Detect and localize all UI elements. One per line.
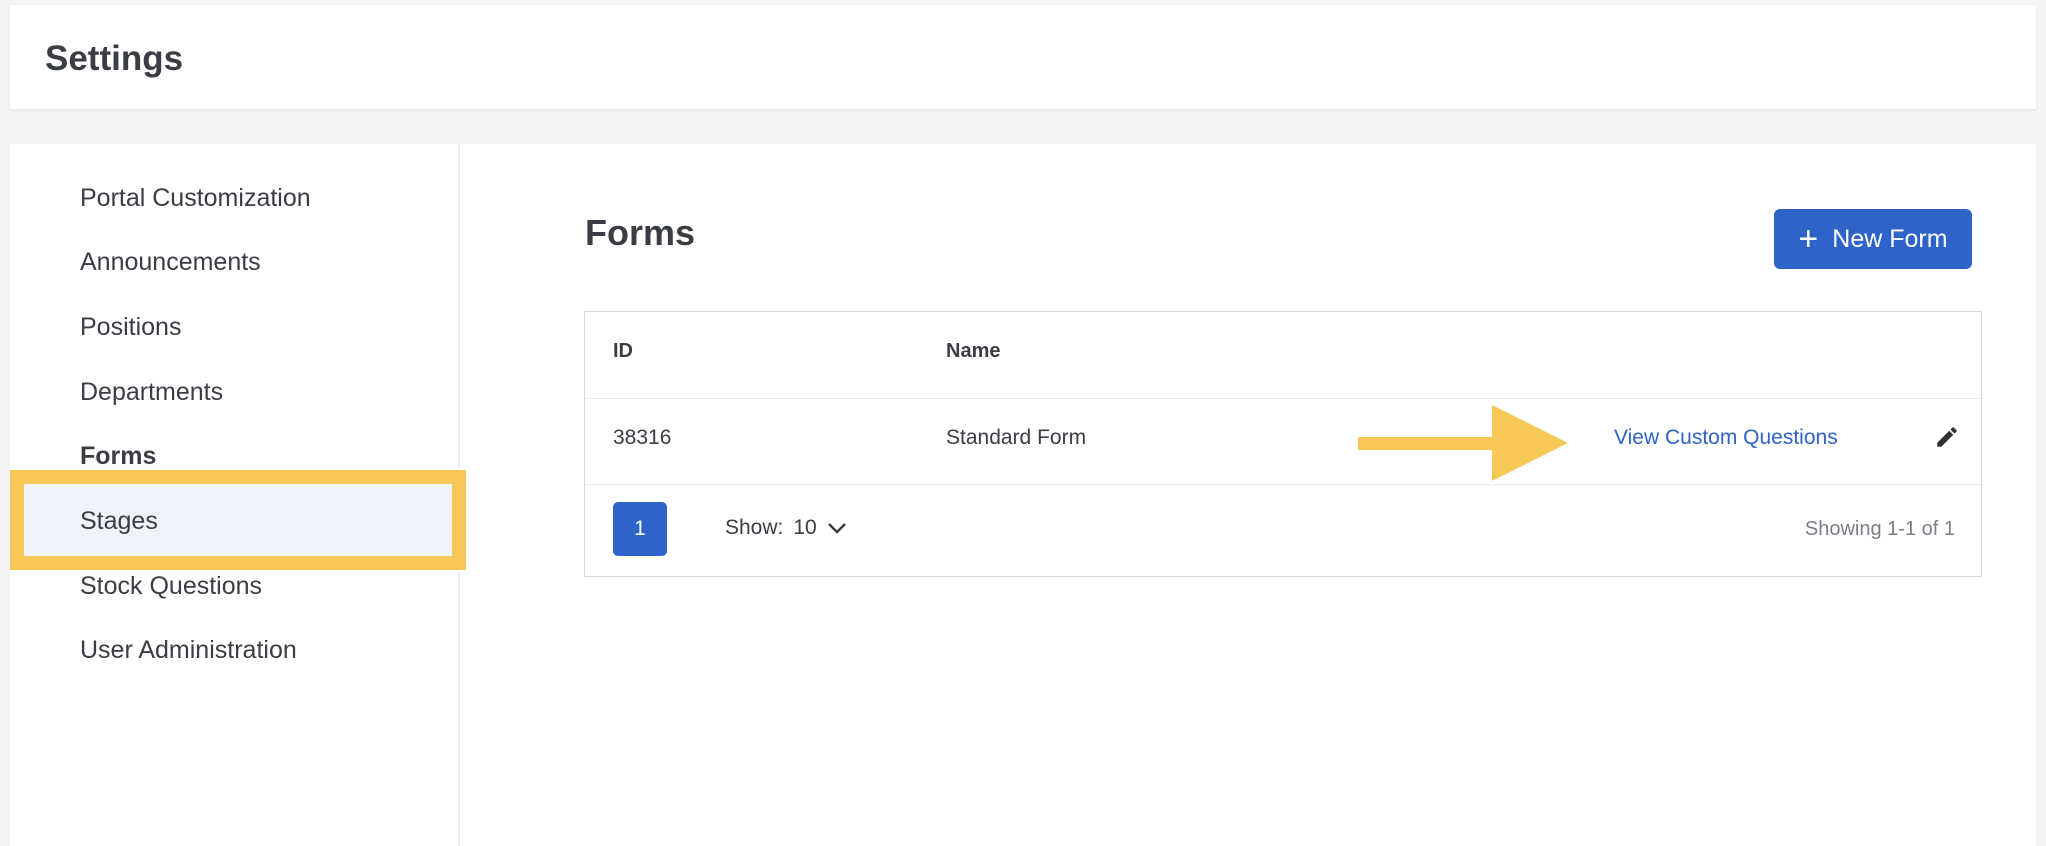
- page-title: Settings: [45, 39, 184, 78]
- page-size-value: 10: [793, 516, 817, 539]
- sidebar-item-forms[interactable]: Forms: [80, 436, 156, 476]
- forms-table: ID Name 38316 Standard Form View Custom …: [584, 311, 1982, 577]
- settings-panel: Portal Customization Announcements Posit…: [10, 144, 2036, 846]
- sidebar-item-stock-questions[interactable]: Stock Questions: [80, 566, 262, 606]
- new-form-button[interactable]: + New Form: [1774, 209, 1972, 269]
- column-header-name: Name: [946, 340, 1001, 362]
- forms-section: Forms + New Form ID Name 38316 Standard …: [462, 144, 2036, 846]
- page-size-control: Show: 10: [725, 516, 847, 540]
- sidebar-item-announcements[interactable]: Announcements: [80, 242, 261, 282]
- settings-sidebar: Portal Customization Announcements Posit…: [10, 144, 466, 846]
- section-title: Forms: [585, 212, 696, 253]
- column-header-id: ID: [613, 340, 633, 362]
- sidebar-item-stages[interactable]: Stages: [80, 501, 158, 541]
- row-id: 38316: [613, 426, 672, 449]
- plus-icon: +: [1798, 220, 1819, 258]
- pagination-summary: Showing 1-1 of 1: [1804, 518, 1955, 540]
- pencil-icon[interactable]: [1934, 424, 1960, 450]
- row-divider: [585, 398, 1981, 399]
- sidebar-item-positions[interactable]: Positions: [80, 307, 181, 347]
- view-custom-questions-link[interactable]: View Custom Questions: [1614, 426, 1838, 450]
- chevron-down-icon: [827, 523, 846, 534]
- sidebar-item-departments[interactable]: Departments: [80, 372, 223, 412]
- show-label: Show:: [725, 516, 784, 539]
- arrow-right-icon: [1358, 405, 1568, 481]
- sidebar-item-portal-customization[interactable]: Portal Customization: [80, 178, 311, 218]
- active-item-highlight: [10, 470, 466, 570]
- row-divider: [585, 484, 1981, 485]
- row-name: Standard Form: [946, 426, 1087, 449]
- sidebar-item-user-administration[interactable]: User Administration: [80, 630, 297, 670]
- page-size-select[interactable]: 10: [793, 516, 846, 540]
- pagination-page-button[interactable]: 1: [613, 502, 667, 556]
- page-header: Settings: [10, 5, 2036, 109]
- new-form-button-label: New Form: [1832, 224, 1948, 253]
